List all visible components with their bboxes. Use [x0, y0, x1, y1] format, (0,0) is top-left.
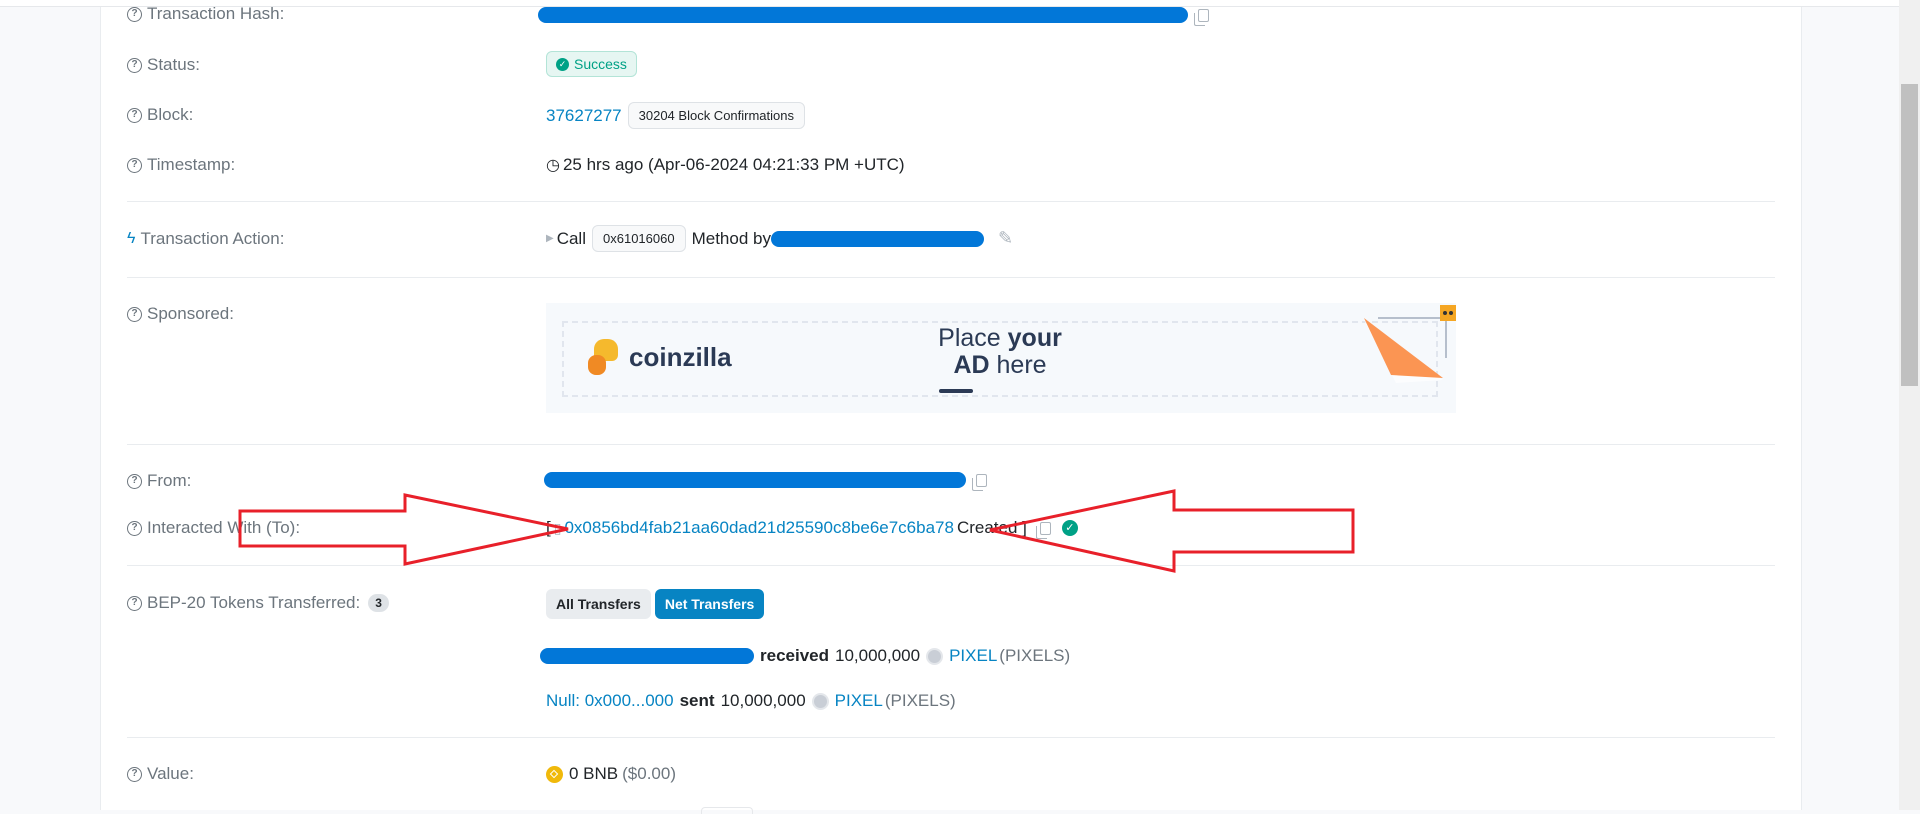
block-label: ? Block:: [127, 105, 193, 125]
help-icon[interactable]: ?: [127, 57, 142, 73]
timestamp-value: ◷ 25 hrs ago (Apr-06-2024 04:21:33 PM +U…: [546, 155, 905, 174]
status-badge: ✓ Success: [546, 51, 637, 77]
token-link[interactable]: PIXEL: [835, 691, 883, 711]
check-circle-icon: ✓: [556, 57, 569, 71]
bep20-label: ? BEP-20 Tokens Transferred: 3: [127, 593, 389, 613]
all-transfers-button[interactable]: All Transfers: [546, 589, 651, 619]
verified-check-icon: ✓: [1061, 520, 1078, 536]
help-icon[interactable]: ?: [127, 520, 142, 536]
help-icon[interactable]: ?: [127, 473, 142, 489]
transfer-tabs: All Transfers Net Transfers: [546, 589, 765, 619]
lightning-icon: ϟ: [127, 230, 136, 247]
contract-address-link[interactable]: 0x0856bd4fab21aa60dad21d25590c8be6e7c6ba…: [564, 518, 954, 538]
copy-icon[interactable]: [972, 473, 987, 491]
tx-action-label: ϟ Transaction Action:: [127, 229, 285, 248]
from-label: ? From:: [127, 471, 191, 491]
coinzilla-mascot-icon: [586, 339, 620, 377]
interacted-with-label: ? Interacted With (To):: [127, 518, 300, 538]
pixel-token-icon: [811, 692, 829, 710]
block-confirmations-badge: 30204 Block Confirmations: [627, 102, 805, 129]
copy-icon[interactable]: [1035, 521, 1051, 539]
interacted-with-value: [ ▯ 0x0856bd4fab21aa60dad21d25590c8be6e7…: [546, 518, 1078, 539]
help-icon[interactable]: ?: [127, 595, 142, 611]
top-bar: [0, 0, 1899, 7]
help-icon[interactable]: ?: [127, 107, 142, 123]
transfer-row: Null: 0x000...000 sent 10,000,000 PIXEL …: [546, 691, 956, 711]
divider: [127, 565, 1775, 566]
timestamp-label: ? Timestamp:: [127, 155, 235, 175]
redacted-recipient-address: [540, 648, 754, 664]
help-icon[interactable]: ?: [127, 157, 142, 173]
help-icon[interactable]: ?: [127, 6, 142, 22]
redacted-from-address: [544, 472, 966, 488]
scrollbar-thumb[interactable]: [1901, 84, 1918, 386]
sponsored-label: ? Sponsored:: [127, 304, 234, 324]
transaction-details-card: ? Transaction Hash: ? Status: ✓ Success …: [100, 4, 1802, 814]
block-number-link[interactable]: 37627277: [546, 106, 622, 126]
value-amount: 0 BNB ($0.00): [546, 764, 676, 784]
pixel-token-icon: [926, 647, 944, 665]
value-label: ? Value:: [127, 764, 194, 784]
null-address-link[interactable]: Null: 0x000...000: [546, 691, 674, 711]
status-value: ✓ Success: [546, 51, 637, 77]
token-link[interactable]: PIXEL: [949, 646, 997, 666]
pencil-icon[interactable]: ✎: [998, 228, 1013, 249]
ad-corner-graphic: [1364, 305, 1456, 383]
transfer-row: received 10,000,000 PIXEL (PIXELS): [540, 646, 1070, 666]
coinzilla-logo-text: coinzilla: [629, 342, 732, 372]
ad-headline: Place your AD here: [938, 324, 1062, 379]
method-id-badge: 0x61016060: [592, 225, 686, 252]
divider: [127, 737, 1775, 738]
partial-element: [701, 807, 753, 814]
bnb-icon: [546, 765, 563, 783]
tx-action-value: ▶ Call 0x61016060 Method by ✎: [546, 225, 1013, 252]
divider: [127, 277, 1775, 278]
net-transfers-button[interactable]: Net Transfers: [654, 589, 765, 619]
from-value: [544, 472, 987, 491]
help-icon[interactable]: ?: [127, 306, 142, 322]
contract-file-icon: ▯: [553, 519, 562, 536]
copy-icon[interactable]: [1194, 8, 1209, 26]
tx-hash-label: ? Transaction Hash:: [127, 4, 284, 24]
transfer-count-badge: 3: [368, 594, 389, 612]
divider: [127, 201, 1775, 202]
ad-underline: [939, 389, 973, 393]
divider: [127, 444, 1775, 445]
redacted-method-caller: [770, 230, 984, 247]
block-value: 37627277 30204 Block Confirmations: [546, 102, 805, 129]
sponsored-ad-banner[interactable]: coinzilla Place your AD here: [546, 303, 1456, 413]
clock-icon: ◷: [546, 157, 560, 174]
redacted-tx-hash: [538, 7, 1188, 23]
tx-hash-value: [538, 7, 1209, 26]
help-icon[interactable]: ?: [127, 766, 142, 782]
caret-right-icon[interactable]: ▶: [546, 233, 554, 244]
status-label: ? Status:: [127, 55, 200, 75]
